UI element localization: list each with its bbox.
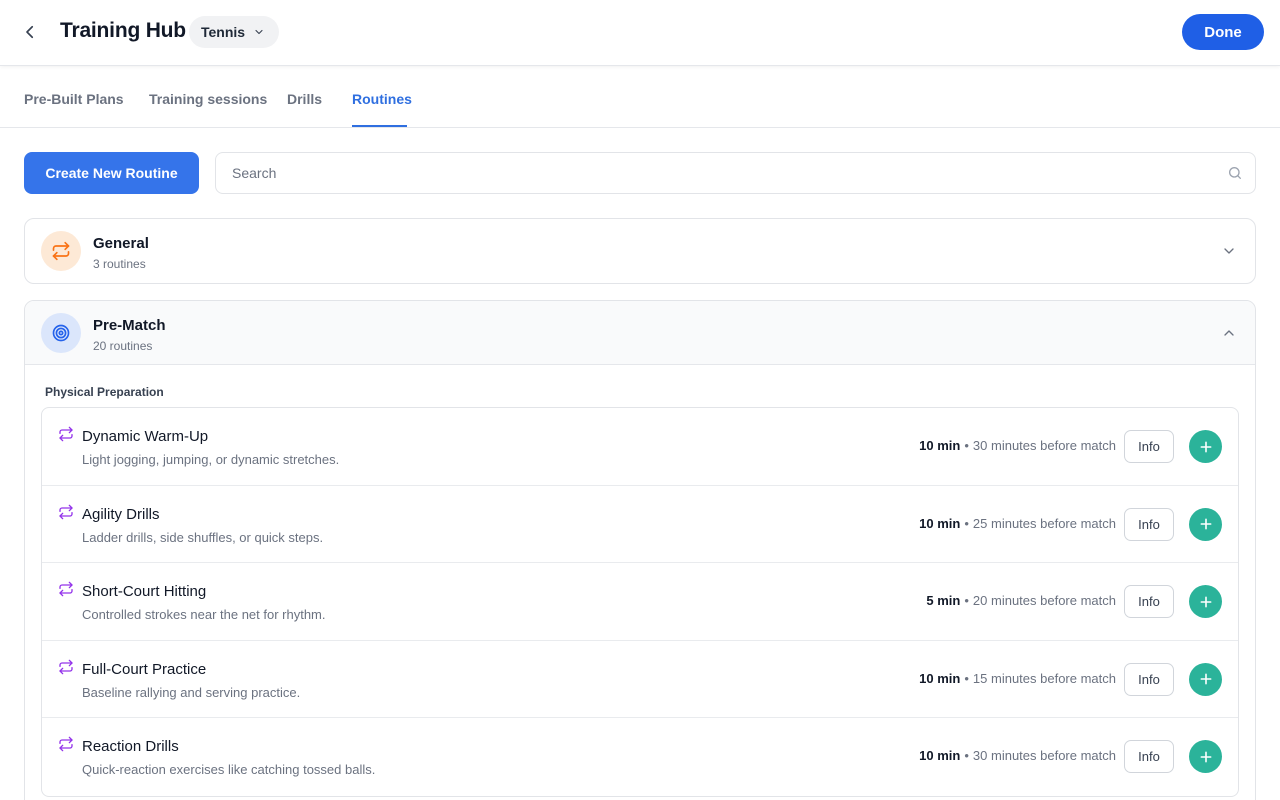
add-routine-button[interactable] bbox=[1189, 507, 1222, 541]
routine-description: Controlled strokes near the net for rhyt… bbox=[82, 607, 326, 622]
routine-title: Agility Drills bbox=[82, 505, 160, 523]
routine-duration: 10 min bbox=[919, 670, 961, 686]
routine-meta: 5 min • 20 minutes before match bbox=[926, 593, 1116, 608]
category-count: 20 routines bbox=[93, 339, 153, 353]
repeat-icon bbox=[59, 659, 73, 674]
routine-title: Reaction Drills bbox=[82, 738, 179, 755]
active-tab-indicator bbox=[352, 125, 407, 127]
tab-drills[interactable]: Drills bbox=[287, 91, 322, 107]
routine-title: Dynamic Warm-Up bbox=[82, 428, 209, 445]
chevron-left-icon bbox=[26, 25, 34, 39]
page-title: Training Hub bbox=[60, 19, 186, 42]
search-icon[interactable] bbox=[1227, 165, 1243, 181]
category-title: Pre-Match bbox=[93, 317, 166, 334]
routine-timing: 30 minutes before match bbox=[972, 748, 1116, 763]
routine-meta: 10 min • 30 minutes before match bbox=[919, 438, 1116, 453]
routine-row: Reaction Drills Quick-reaction exercises… bbox=[42, 718, 1238, 796]
add-routine-button[interactable] bbox=[1189, 585, 1222, 618]
routine-description: Quick-reaction exercises like catching t… bbox=[82, 762, 376, 777]
category-pre-match: Pre-Match 20 routines Physical Preparati… bbox=[24, 300, 1256, 800]
tab-training-sessions[interactable]: Training sessions bbox=[149, 91, 267, 107]
info-button[interactable]: Info bbox=[1124, 585, 1174, 618]
sport-selector-label: Tennis bbox=[201, 24, 246, 40]
category-pre-match-icon-wrap bbox=[41, 313, 81, 353]
meta-separator: • bbox=[964, 670, 969, 686]
info-button[interactable]: Info bbox=[1124, 662, 1174, 696]
plus-icon bbox=[1200, 673, 1211, 685]
routine-row: Full-Court Practice Baseline rallying an… bbox=[42, 641, 1238, 718]
target-icon bbox=[52, 324, 70, 342]
chevron-down-icon bbox=[255, 29, 263, 35]
tab-pre-built-plans[interactable]: Pre-Built Plans bbox=[24, 91, 124, 107]
routine-row: Agility Drills Ladder drills, side shuff… bbox=[42, 486, 1238, 563]
routine-meta: 10 min • 15 minutes before match bbox=[919, 671, 1116, 686]
plus-icon bbox=[1200, 751, 1211, 762]
repeat-icon bbox=[59, 736, 73, 752]
section-label-physical-preparation: Physical Preparation bbox=[45, 385, 164, 399]
info-button[interactable]: Info bbox=[1124, 740, 1174, 773]
search-box bbox=[215, 152, 1256, 194]
routine-meta: 10 min • 30 minutes before match bbox=[919, 748, 1116, 763]
routine-duration: 10 min bbox=[919, 748, 961, 763]
category-pre-match-header[interactable]: Pre-Match 20 routines bbox=[25, 301, 1255, 365]
meta-separator: • bbox=[964, 593, 969, 608]
routine-row: Short-Court Hitting Controlled strokes n… bbox=[42, 563, 1238, 641]
routine-duration: 5 min bbox=[926, 593, 961, 608]
tab-bar: Pre-Built Plans Training sessions Drills… bbox=[0, 65, 1280, 128]
sport-selector[interactable]: Tennis bbox=[189, 16, 280, 48]
routine-description: Baseline rallying and serving practice. bbox=[82, 684, 301, 700]
add-routine-button[interactable] bbox=[1189, 740, 1222, 773]
plus-icon bbox=[1200, 518, 1211, 530]
category-general-header[interactable]: General 3 routines bbox=[25, 219, 1255, 283]
add-routine-button[interactable] bbox=[1189, 662, 1222, 696]
done-button[interactable]: Done bbox=[1182, 14, 1264, 50]
back-button[interactable] bbox=[18, 20, 42, 44]
meta-separator: • bbox=[964, 438, 969, 453]
info-button[interactable]: Info bbox=[1124, 507, 1174, 541]
routine-description: Ladder drills, side shuffles, or quick s… bbox=[82, 529, 324, 545]
routine-timing: 15 minutes before match bbox=[972, 670, 1116, 686]
tab-routines[interactable]: Routines bbox=[352, 91, 412, 107]
routine-row: Dynamic Warm-Up Light jogging, jumping, … bbox=[42, 408, 1238, 486]
routine-timing: 20 minutes before match bbox=[972, 593, 1116, 608]
routine-title: Short-Court Hitting bbox=[82, 583, 207, 600]
meta-separator: • bbox=[964, 748, 969, 763]
category-general-icon-wrap bbox=[41, 231, 81, 271]
plus-icon bbox=[1200, 596, 1211, 607]
routine-duration: 10 min bbox=[919, 438, 961, 453]
routine-timing: 30 minutes before match bbox=[972, 438, 1116, 453]
repeat-icon bbox=[52, 241, 70, 261]
routine-description: Light jogging, jumping, or dynamic stret… bbox=[82, 452, 340, 467]
routine-duration: 10 min bbox=[919, 515, 961, 531]
chevron-down-icon[interactable] bbox=[1221, 243, 1237, 259]
category-general: General 3 routines bbox=[24, 218, 1256, 284]
plus-icon bbox=[1200, 441, 1211, 452]
repeat-icon bbox=[59, 504, 73, 519]
info-button[interactable]: Info bbox=[1124, 430, 1174, 463]
category-title: General bbox=[93, 235, 149, 252]
meta-separator: • bbox=[964, 515, 969, 531]
routine-list: Dynamic Warm-Up Light jogging, jumping, … bbox=[41, 407, 1239, 797]
routine-meta: 10 min • 25 minutes before match bbox=[919, 516, 1116, 531]
chevron-up-icon[interactable] bbox=[1221, 325, 1237, 341]
add-routine-button[interactable] bbox=[1189, 430, 1222, 463]
routine-timing: 25 minutes before match bbox=[972, 515, 1116, 531]
category-count: 3 routines bbox=[93, 257, 146, 271]
routine-title: Full-Court Practice bbox=[82, 660, 207, 678]
create-new-routine-button[interactable]: Create New Routine bbox=[24, 152, 199, 194]
repeat-icon bbox=[59, 426, 73, 442]
app-header: Training Hub Tennis Done bbox=[0, 0, 1280, 65]
search-input[interactable] bbox=[217, 154, 1207, 192]
repeat-icon bbox=[59, 581, 73, 597]
